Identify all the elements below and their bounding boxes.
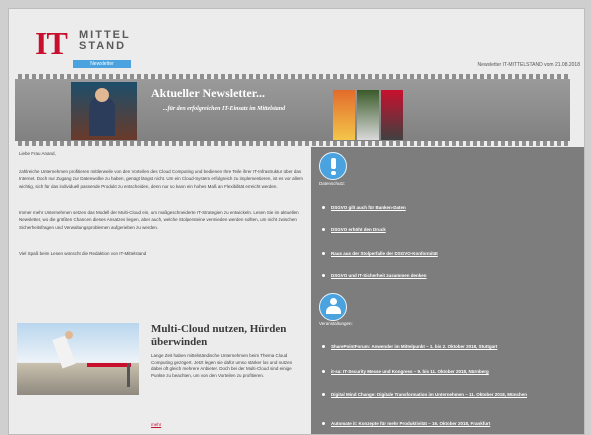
sidebar-link[interactable]: Raus aus der Stolperfalle der DSGVO-Konf… — [322, 251, 438, 257]
magazine-cover-image — [357, 90, 379, 140]
sidebar: Datenschutz: DSGVO gilt auch für Banken-… — [311, 147, 584, 434]
logo-mittelstand-text: MITTEL STAND — [79, 29, 131, 52]
greeting: Liebe Frau Anand, — [19, 151, 56, 156]
section-label-veranstaltungen: Veranstaltungen: — [319, 321, 353, 326]
sidebar-link[interactable]: DSGVO und IT-Sicherheit zusammen denken — [322, 273, 427, 279]
film-strip-top — [15, 74, 570, 79]
film-strip-bottom — [15, 141, 570, 146]
sidebar-link[interactable]: DSGVO gilt auch für Banken-Daten — [322, 205, 406, 211]
magazine-cover-image — [333, 90, 355, 140]
sidebar-link[interactable]: it-sa: IT-Security Messe und Kongress – … — [322, 369, 489, 375]
article-image[interactable] — [17, 323, 139, 395]
article-text: Lange Zeit haben mittelständische Untern… — [151, 353, 293, 378]
intro-paragraph: zahlreiche Unternehmen profitieren mittl… — [19, 169, 303, 189]
hurdler-head — [65, 331, 73, 339]
article-teaser: Multi-Cloud nutzen, Hürden überwinden La… — [15, 319, 305, 434]
hurdler-figure — [52, 335, 76, 369]
person-icon — [319, 293, 347, 321]
logo-newsletter-tag: Newsletter — [73, 60, 131, 68]
hurdle-leg — [127, 363, 130, 387]
exclamation-icon — [319, 152, 347, 180]
hurdle-bar — [87, 363, 131, 367]
it-mittelstand-logo[interactable]: IT MITTEL STAND Newsletter — [35, 27, 131, 73]
banner-title: Aktueller Newsletter... — [151, 86, 265, 100]
sidebar-link[interactable]: Automate it: Konzepte für mehr Produktiv… — [321, 421, 490, 427]
intro-paragraph: Immer mehr Unternehmen setzen das Modell… — [19, 210, 299, 230]
article-more-link[interactable]: mehr — [151, 422, 161, 427]
sidebar-link[interactable]: SharePointForum: Anwender im Mittelpunkt… — [321, 344, 497, 350]
cover-person — [89, 96, 115, 136]
intro-paragraph: Viel Spaß beim Lesen wünscht die Redakti… — [19, 251, 147, 256]
header: IT MITTEL STAND Newsletter Newsletter IT-… — [9, 9, 584, 73]
article-title[interactable]: Multi-Cloud nutzen, Hürden überwinden — [151, 323, 307, 349]
newsletter-banner[interactable]: Aktueller Newsletter... ...für den erfol… — [15, 74, 570, 146]
cover-person-head — [95, 88, 109, 102]
sidebar-link[interactable]: DSGVO erhöht den Druck — [322, 227, 386, 233]
logo-it-text: IT — [35, 25, 68, 61]
newsletter-page: IT MITTEL STAND Newsletter Newsletter IT-… — [8, 8, 585, 435]
magazine-cover-image — [381, 90, 403, 140]
magazine-cover-image — [71, 82, 137, 140]
sidebar-link[interactable]: Digital Mind Change: Digitale Transforma… — [322, 392, 571, 398]
section-label-datenschutz: Datenschutz: — [319, 181, 346, 186]
banner-subtitle: ...für den erfolgreichen IT-Einsatz im M… — [163, 106, 286, 112]
newsletter-date: Newsletter IT-MITTELSTAND vom 21.08.2018 — [477, 62, 580, 68]
